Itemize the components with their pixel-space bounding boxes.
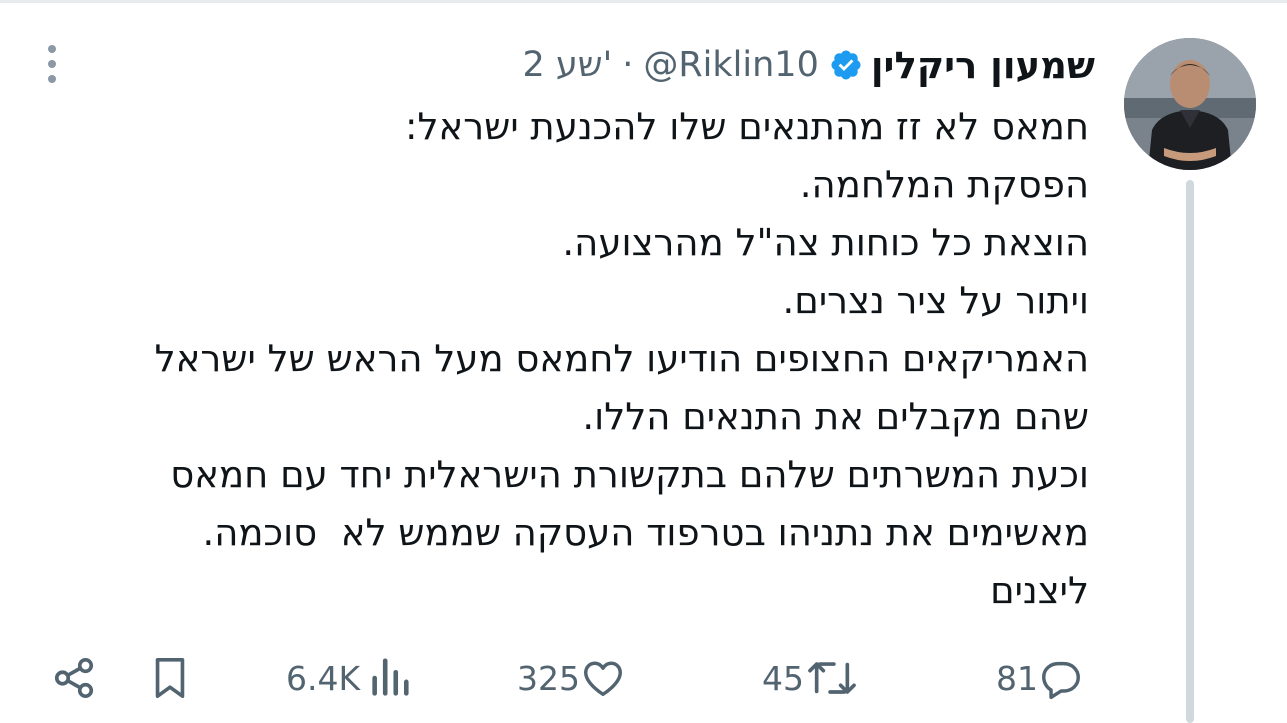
tweet-line: שהם מקבלים את התנאים הללו. <box>582 395 1089 438</box>
tweet-line: חמאס לא זז מהתנאים שלו להכנעת ישראל: <box>405 105 1089 148</box>
display-name[interactable]: שמעון ריקלין <box>871 44 1095 87</box>
heart-icon <box>584 661 622 697</box>
bookmark-icon <box>155 657 185 699</box>
bookmark-button[interactable] <box>150 638 190 718</box>
view-count: 6.4K <box>286 658 361 698</box>
avatar-image <box>1124 38 1256 170</box>
reply-count: 81 <box>996 658 1038 698</box>
more-vertical-icon <box>48 45 56 83</box>
like-button[interactable]: 325 <box>517 638 626 718</box>
views-button[interactable]: 6.4K <box>286 638 412 718</box>
timestamp[interactable]: 2 שע' <box>522 45 612 85</box>
analytics-icon <box>372 658 409 696</box>
share-button[interactable] <box>50 638 98 718</box>
tweet-line: הוצאת כל כוחות צה"ל מהרצועה. <box>562 221 1089 264</box>
tweet-line: ויתור על ציר נצרים. <box>782 279 1089 322</box>
tweet-text: חמאס לא זז מהתנאים שלו להכנעת ישראל: הפס… <box>49 98 1089 620</box>
avatar[interactable] <box>1124 38 1256 170</box>
repost-count: 45 <box>762 658 804 698</box>
top-divider <box>0 0 1287 3</box>
reply-button[interactable]: 81 <box>996 638 1084 718</box>
like-count: 325 <box>517 658 580 698</box>
reply-icon <box>1042 661 1080 700</box>
meta-separator: · <box>622 45 634 85</box>
repost-button[interactable]: 45 <box>762 638 860 718</box>
verified-badge-icon <box>829 48 863 82</box>
tweet-line: ליצנים <box>990 569 1089 612</box>
tweet-line: מאשימים את נתניהו בטרפוד העסקה שממש לא ס… <box>202 511 1089 554</box>
repost-icon <box>808 662 856 694</box>
tweet-line: וכעת המשרתים שלהם בתקשורת הישראלית יחד ע… <box>170 453 1089 496</box>
share-icon <box>54 657 94 699</box>
tweet-header: שמעון ריקלין @Riklin10 · 2 שע' <box>522 40 1095 90</box>
tweet-line: האמריקאים החצופים הודיעו לחמאס מעל הראש … <box>154 337 1089 380</box>
tweet-line: הפסקת המלחמה. <box>799 163 1089 206</box>
more-button[interactable] <box>38 44 66 84</box>
user-handle[interactable]: @Riklin10 <box>643 45 818 85</box>
tweet-actions: 81 45 325 6.4K <box>0 638 1287 718</box>
